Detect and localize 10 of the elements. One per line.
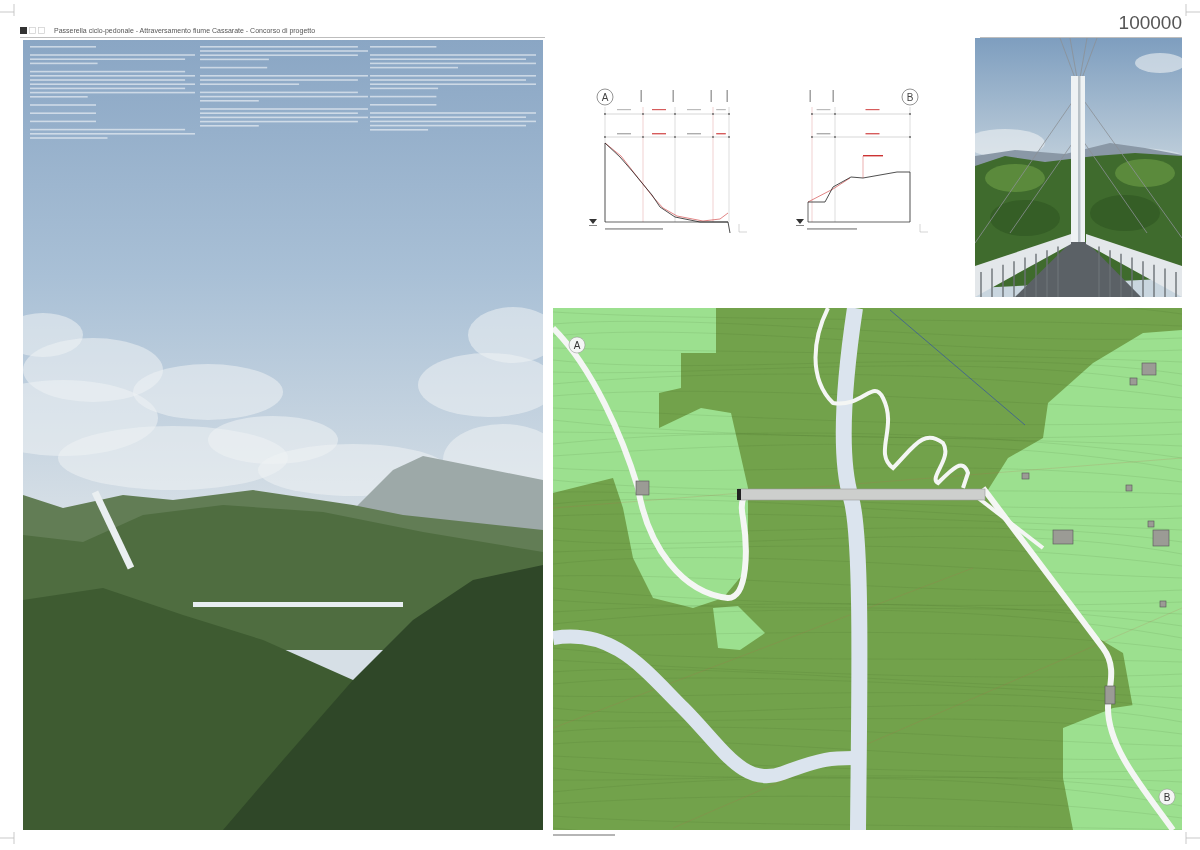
crop-mark-icon bbox=[0, 4, 18, 16]
section-marker: B bbox=[901, 88, 919, 106]
project-number: 100000 bbox=[1118, 12, 1182, 33]
crop-mark-icon bbox=[0, 832, 18, 844]
squares-icon bbox=[20, 27, 46, 34]
crop-mark-icon bbox=[1182, 4, 1200, 16]
section-marker: A bbox=[596, 88, 614, 106]
map-marker: B bbox=[1158, 788, 1176, 806]
map-marker: A bbox=[568, 336, 586, 354]
crop-mark-icon bbox=[1182, 832, 1200, 844]
